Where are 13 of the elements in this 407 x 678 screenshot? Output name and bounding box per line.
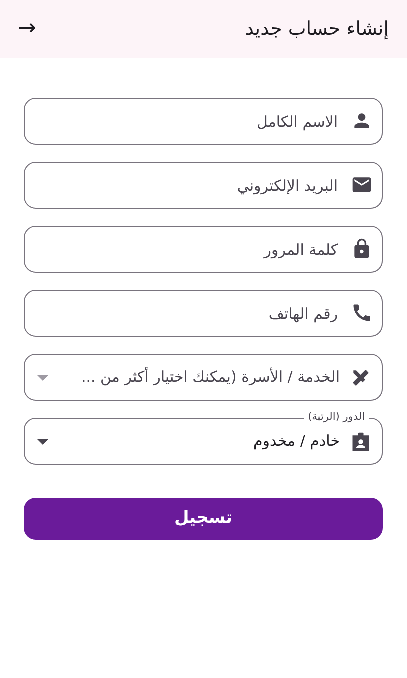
phone-icon	[351, 302, 373, 324]
caret-icon	[37, 438, 49, 444]
back-button[interactable]: →	[18, 18, 36, 40]
input-field[interactable]: كلمة المرور	[24, 226, 383, 273]
field-label: الدور (الرتبة)	[304, 410, 369, 424]
page-title: إنشاء حساب جديد	[245, 16, 389, 42]
dropdown-field[interactable]: الخدمة / الأسرة (يمكنك اختيار أكثر من ...	[24, 354, 383, 401]
input-field[interactable]: رقم الهاتف	[24, 290, 383, 337]
badge-icon	[350, 430, 372, 452]
caret-icon	[37, 374, 49, 380]
input-field[interactable]: الاسم الكامل	[24, 98, 383, 145]
register-button[interactable]: تسجيل	[24, 498, 383, 540]
input-field[interactable]: البريد الإلكتروني	[24, 162, 383, 209]
